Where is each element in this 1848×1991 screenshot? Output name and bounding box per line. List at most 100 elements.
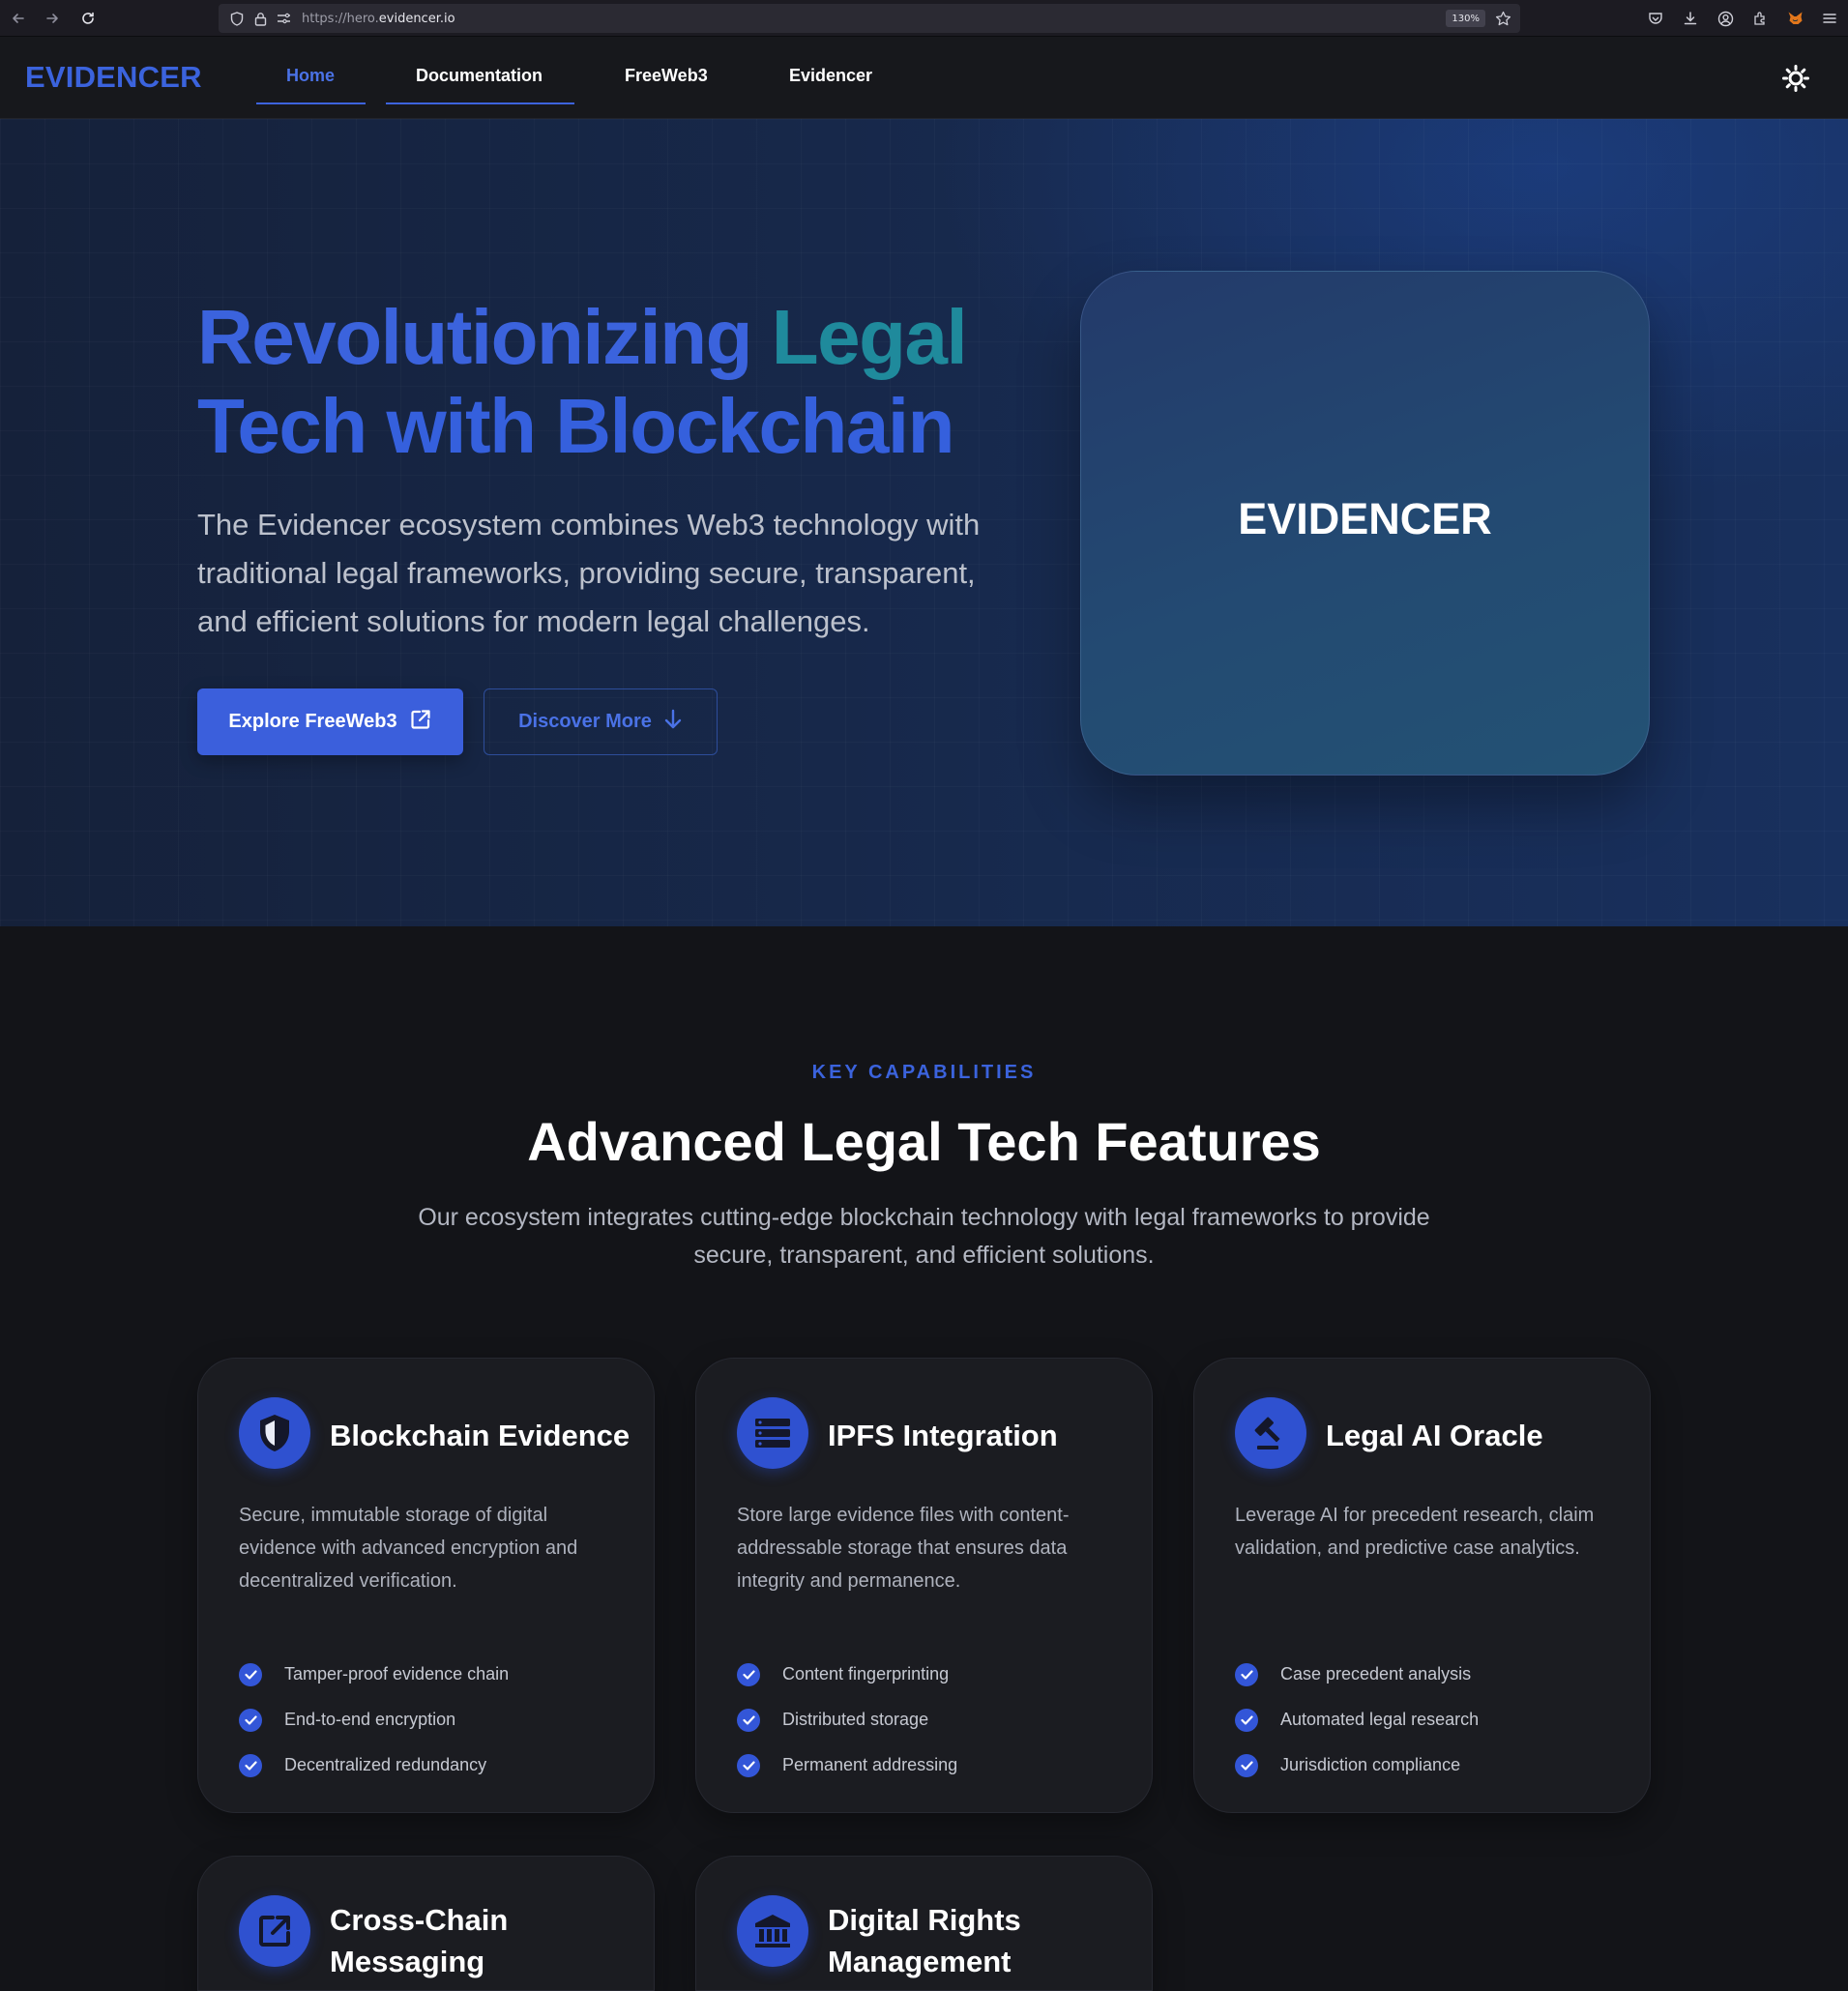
hero-brand-card: EVIDENCER [1080,271,1650,776]
bank-icon [737,1895,808,1967]
list-item-label: End-to-end encryption [284,1710,456,1729]
list-item: Distributed storage [737,1697,957,1742]
list-item: Decentralized redundancy [239,1742,509,1788]
card-description: Leverage AI for precedent research, clai… [1235,1505,1595,1559]
hero-section: Revolutionizing Legal Tech with Blockcha… [0,119,1848,926]
check-circle-icon [1235,1662,1258,1686]
nav-home[interactable]: Home [286,66,335,86]
hero-title-part3: Tech with Blockchain [197,383,955,469]
explore-freeweb3-label: Explore FreeWeb3 [228,711,397,732]
pocket-icon[interactable] [1645,8,1666,29]
gavel-icon [1235,1397,1306,1469]
site-header: EVIDENCER Home Documentation FreeWeb3 Ev… [0,37,1848,119]
nav-evidencer[interactable]: Evidencer [789,66,872,86]
check-circle-icon [737,1708,760,1732]
external-link-icon [409,708,432,737]
address-bar[interactable]: https://hero.evidencer.io 130% [219,4,1520,33]
list-item-label: Decentralized redundancy [284,1755,487,1774]
zoom-level-badge[interactable]: 130% [1446,10,1485,27]
list-item-label: Permanent addressing [782,1755,958,1774]
features-eyebrow: KEY CAPABILITIES [811,1062,1037,1083]
explore-freeweb3-button[interactable]: Explore FreeWeb3 [197,688,463,755]
account-icon[interactable] [1715,8,1736,29]
card-title-line1: Digital Rights [828,1903,1021,1937]
sun-icon [1781,64,1810,96]
list-item: Permanent addressing [737,1742,957,1788]
download-icon[interactable] [1680,8,1701,29]
url-host: evidencer.io [378,11,455,26]
card-title: IPFS Integration [828,1419,1058,1452]
feature-card-ipfs-integration: IPFS Integration Store large evidence fi… [695,1358,1153,1813]
card-description: Secure, immutable storage of digital evi… [239,1505,578,1592]
feature-card-cross-chain-messaging: Cross-Chain Messaging [197,1856,655,1991]
card-feature-list: Content fingerprinting Distributed stora… [737,1652,957,1788]
list-item-label: Automated legal research [1280,1710,1480,1729]
card-title: Legal AI Oracle [1326,1419,1543,1452]
check-circle-icon [239,1662,262,1686]
nav-documentation[interactable]: Documentation [416,66,543,86]
check-circle-icon [737,1753,760,1777]
forward-icon[interactable] [42,8,63,29]
external-link-icon [239,1895,310,1967]
shield-outline-icon[interactable] [228,10,246,27]
extensions-icon[interactable] [1749,8,1771,29]
back-icon[interactable] [8,8,29,29]
list-item: Automated legal research [1235,1697,1479,1742]
card-feature-list: Tamper-proof evidence chain End-to-end e… [239,1652,509,1788]
toolbar-icons [1645,8,1840,29]
site-logo[interactable]: EVIDENCER [25,60,202,95]
bookmark-star-icon[interactable] [1493,9,1512,28]
discover-more-label: Discover More [518,711,652,732]
card-title-line2: Management [828,1945,1012,1978]
card-title: Blockchain Evidence [330,1419,631,1452]
feature-card-digital-rights-management: Digital Rights Management [695,1856,1153,1991]
check-circle-icon [239,1753,262,1777]
features-section: KEY CAPABILITIES Advanced Legal Tech Fea… [0,926,1848,1991]
nav-documentation-underline [386,102,574,104]
list-item: Case precedent analysis [1235,1652,1479,1697]
menu-icon[interactable] [1819,8,1840,29]
feature-card-blockchain-evidence: Blockchain Evidence Secure, immutable st… [197,1358,655,1813]
storage-list-icon [737,1397,808,1469]
reload-icon[interactable] [77,8,99,29]
nav-freeweb3[interactable]: FreeWeb3 [625,66,708,86]
metamask-fox-icon[interactable] [1784,8,1805,29]
card-title-line2: Messaging [330,1945,485,1978]
list-item: End-to-end encryption [239,1697,509,1742]
features-title: Advanced Legal Tech Features [527,1111,1321,1172]
permissions-icon[interactable] [275,10,292,27]
list-item-label: Distributed storage [782,1710,929,1729]
hero-title: Revolutionizing Legal Tech with Blockcha… [197,293,1029,471]
url-prefix: https://hero. [302,11,379,26]
hero-card-title: EVIDENCER [1238,494,1492,543]
discover-more-button[interactable]: Discover More [484,688,718,755]
browser-toolbar: https://hero.evidencer.io 130% [0,0,1848,37]
arrow-down-icon [663,709,683,736]
card-description: Store large evidence files with content-… [737,1505,1070,1592]
list-item-label: Content fingerprinting [782,1664,950,1684]
check-circle-icon [239,1708,262,1732]
card-feature-list: Case precedent analysis Automated legal … [1235,1652,1479,1788]
list-item: Tamper-proof evidence chain [239,1652,509,1697]
features-subtitle: Our ecosystem integrates cutting-edge bl… [418,1204,1430,1269]
list-item: Jurisdiction compliance [1235,1742,1479,1788]
hero-title-part1: Revolutionizing [197,294,772,380]
shield-icon [239,1397,310,1469]
check-circle-icon [1235,1708,1258,1732]
check-circle-icon [737,1662,760,1686]
card-title: Digital Rights Management [828,1899,1137,1982]
check-circle-icon [1235,1753,1258,1777]
list-item: Content fingerprinting [737,1652,957,1697]
card-title: Cross-Chain Messaging [330,1899,639,1982]
list-item-label: Jurisdiction compliance [1280,1755,1461,1774]
card-title-line1: Cross-Chain [330,1903,509,1937]
hero-subtitle: The Evidencer ecosystem combines Web3 te… [197,508,981,638]
url-text[interactable]: https://hero.evidencer.io [302,12,455,26]
nav-home-underline [256,102,366,104]
theme-toggle-button[interactable] [1780,64,1811,95]
feature-card-legal-ai-oracle: Legal AI Oracle Leverage AI for preceden… [1193,1358,1651,1813]
list-item-label: Case precedent analysis [1280,1664,1472,1684]
hero-title-part2: Legal [771,294,968,380]
lock-icon[interactable] [251,10,269,27]
list-item-label: Tamper-proof evidence chain [284,1664,510,1684]
